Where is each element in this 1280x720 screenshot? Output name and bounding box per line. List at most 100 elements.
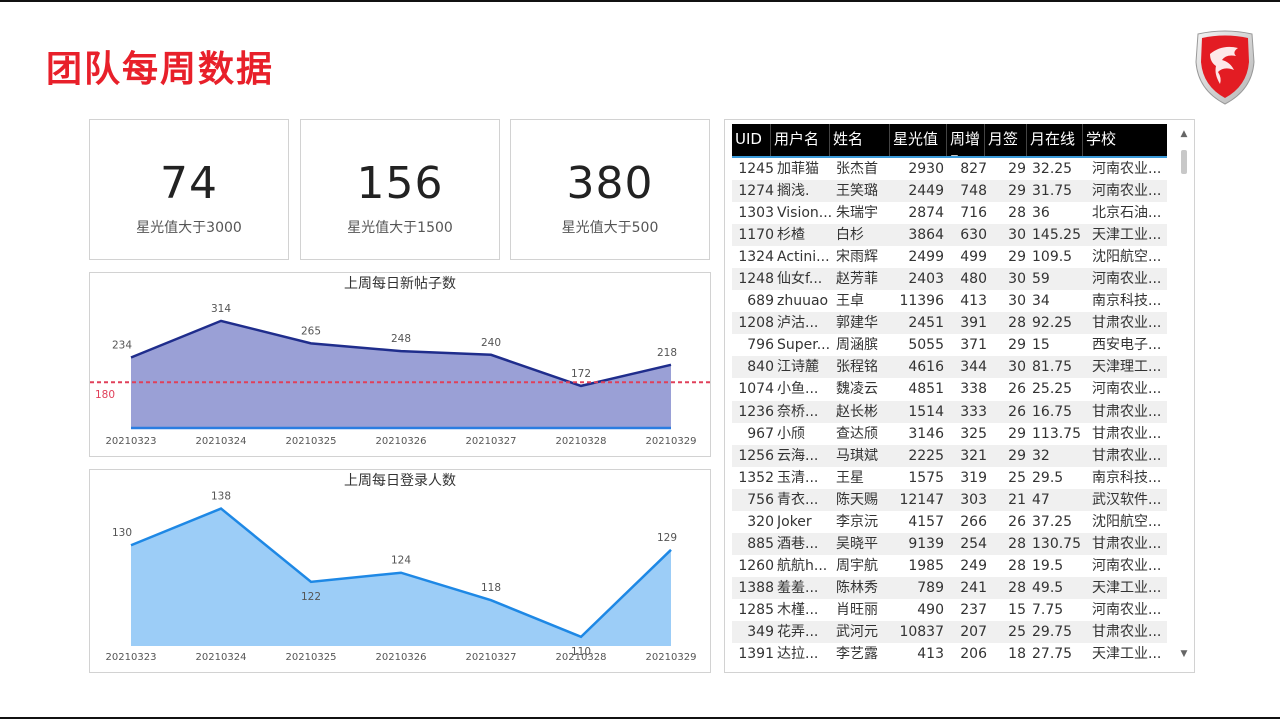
data-label: 218: [657, 347, 677, 359]
table-row[interactable]: 1248 仙女f... 赵芳菲 2403 480 30 59 河南农业...: [732, 268, 1167, 291]
cell-monthly-checkin: 28: [1008, 205, 1026, 222]
column-header-username[interactable]: 用户名: [770, 124, 829, 156]
cell-school: 天津工业...: [1092, 646, 1162, 663]
cell-monthly-online: 37.25: [1032, 513, 1073, 530]
table-row[interactable]: 796 Super... 周涵膑 5055 371 29 15 西安电子...: [732, 334, 1167, 356]
table-row[interactable]: 1274 搁浅. 王笑璐 2449 748 29 31.75 河南农业...: [732, 180, 1167, 203]
table-row[interactable]: 1303 Vision... 朱瑞宇 2874 716 28 36 北京石油...: [732, 202, 1167, 224]
x-tick-label: 20210329: [646, 652, 697, 663]
cell-school: 天津工业...: [1092, 227, 1162, 244]
table-scrollbar[interactable]: ▲ ▼: [1177, 128, 1191, 662]
scroll-up-icon[interactable]: ▲: [1177, 128, 1191, 140]
cell-weekly-increase: 254: [960, 535, 987, 552]
cell-monthly-online: 113.75: [1032, 425, 1081, 442]
cell-weekly-increase: 321: [960, 447, 987, 464]
cell-starlight: 4157: [908, 513, 944, 530]
chart-title: 上周每日登录人数: [344, 473, 456, 489]
table-row[interactable]: 1391 达拉... 李艺露 413 206 18 27.75 天津工业...: [732, 643, 1167, 665]
cell-weekly-increase: 630: [960, 227, 987, 244]
cell-starlight: 3146: [908, 425, 944, 442]
data-label: 172: [571, 368, 591, 380]
cell-monthly-checkin: 25: [1008, 623, 1026, 640]
cell-name: 王星: [836, 469, 864, 486]
cell-starlight: 490: [917, 601, 944, 618]
column-header-name[interactable]: 姓名: [829, 124, 889, 156]
cell-weekly-increase: 206: [960, 646, 987, 663]
cell-name: 张程铭: [836, 359, 878, 376]
cell-school: 南京科技...: [1092, 293, 1162, 310]
cell-starlight: 2499: [908, 249, 944, 266]
cell-monthly-checkin: 29: [1008, 337, 1026, 354]
column-header-school[interactable]: 学校: [1082, 124, 1167, 156]
table-row[interactable]: 840 江诗麓 张程铭 4616 344 30 81.75 天津理工...: [732, 356, 1167, 379]
cell-weekly-increase: 303: [960, 491, 987, 508]
table-row[interactable]: 320 Joker 李京沅 4157 266 26 37.25 沈阳航空...: [732, 511, 1167, 533]
cell-starlight: 11396: [899, 293, 944, 310]
cell-starlight: 10837: [899, 623, 944, 640]
bottom-border: [0, 717, 1280, 719]
cell-monthly-online: 27.75: [1032, 646, 1073, 663]
cell-name: 朱瑞宇: [836, 205, 878, 222]
table-row[interactable]: 1208 泸沽... 郭建华 2451 391 28 92.25 甘肃农业...: [732, 312, 1167, 335]
x-tick-label: 20210323: [106, 652, 157, 663]
table-row[interactable]: 756 青衣... 陈天赐 12147 303 21 47 武汉软件...: [732, 488, 1167, 511]
table-row[interactable]: 689 zhuuao 王卓 11396 413 30 34 南京科技...: [732, 290, 1167, 312]
x-tick-label: 20210327: [466, 436, 517, 447]
table-row[interactable]: 1324 Actini... 宋雨辉 2499 499 29 109.5 沈阳航空...: [732, 246, 1167, 268]
cell-monthly-online: 15: [1032, 337, 1050, 354]
column-header-uid[interactable]: UID: [732, 124, 770, 156]
cell-username: 小鱼...: [777, 381, 819, 398]
column-header-monthly-online[interactable]: 月在线: [1026, 124, 1082, 156]
cell-monthly-online: 145.25: [1032, 227, 1081, 244]
column-header-monthly-checkin[interactable]: 月签: [984, 124, 1026, 156]
table-row[interactable]: 1256 云海... 马琪斌 2225 321 29 32 甘肃农业...: [732, 444, 1167, 467]
cell-monthly-checkin: 18: [1008, 646, 1026, 663]
cell-school: 天津工业...: [1092, 579, 1162, 596]
cell-monthly-online: 19.5: [1032, 557, 1064, 574]
cell-starlight: 1514: [908, 403, 944, 420]
table-row[interactable]: 1074 小鱼... 魏凌云 4851 338 26 25.25 河南农业...: [732, 378, 1167, 400]
member-stats-table: UID 用户名 姓名 星光值 周增 ▼ 月签 月在线 学校 1245 加菲猫 张杰首…: [724, 119, 1195, 673]
table-row[interactable]: 1388 羞羞... 陈林秀 789 241 28 49.5 天津工业...: [732, 576, 1167, 599]
x-tick-label: 20210325: [286, 436, 337, 447]
cell-uid: 967: [747, 425, 774, 442]
cell-school: 西安电子...: [1092, 337, 1162, 354]
cell-username: Super...: [777, 337, 831, 354]
cell-username: Actini...: [777, 249, 830, 266]
cell-uid: 796: [747, 337, 774, 354]
data-label: 118: [481, 582, 501, 594]
cell-monthly-checkin: 15: [1008, 601, 1026, 618]
cell-starlight: 4851: [908, 381, 944, 398]
cell-weekly-increase: 480: [960, 271, 987, 288]
cell-starlight: 2225: [908, 447, 944, 464]
cell-school: 天津理工...: [1092, 359, 1162, 376]
table-row[interactable]: 349 花弄... 武河元 10837 207 25 29.75 甘肃农业...: [732, 620, 1167, 644]
cell-uid: 1248: [738, 271, 774, 288]
cell-monthly-online: 7.75: [1032, 601, 1064, 618]
x-tick-label: 20210328: [556, 436, 607, 447]
cell-username: 木槿...: [777, 601, 819, 618]
table-row[interactable]: 1245 加菲猫 张杰首 2930 827 29 32.25 河南农业...: [732, 158, 1167, 180]
column-header-starlight[interactable]: 星光值: [889, 124, 946, 156]
cell-monthly-online: 49.5: [1032, 579, 1064, 596]
chart-daily-new-posts-svg: 上周每日新帖子数 180 234 314 265 248 240 172 218 20210323…: [90, 276, 710, 447]
x-tick-label: 20210323: [106, 436, 157, 447]
cell-username: 搁浅.: [777, 183, 810, 200]
cell-uid: 1274: [738, 183, 774, 200]
cell-school: 甘肃农业...: [1092, 425, 1162, 442]
table-row[interactable]: 967 小颀 查达颀 3146 325 29 113.75 甘肃农业...: [732, 423, 1167, 445]
table-row[interactable]: 1260 航航h... 周宇航 1985 249 28 19.5 河南农业...: [732, 555, 1167, 577]
table-row[interactable]: 1285 木槿... 肖旺丽 490 237 15 7.75 河南农业...: [732, 599, 1167, 621]
cell-monthly-checkin: 29: [1008, 161, 1026, 177]
cell-weekly-increase: 325: [960, 425, 987, 442]
scrollbar-thumb[interactable]: [1181, 150, 1187, 174]
data-label: 265: [301, 325, 321, 337]
scroll-down-icon[interactable]: ▼: [1177, 648, 1191, 660]
table-row[interactable]: 1170 杉楂 白杉 3864 630 30 145.25 天津工业...: [732, 224, 1167, 247]
table-row[interactable]: 885 酒巷... 吴晓平 9139 254 28 130.75 甘肃农业...: [732, 532, 1167, 555]
column-header-weekly-increase[interactable]: 周增 ▼: [946, 124, 984, 164]
table-row[interactable]: 1236 奈桥... 赵长彬 1514 333 26 16.75 甘肃农业...: [732, 400, 1167, 423]
x-tick-label: 20210324: [196, 436, 247, 447]
series-area: [131, 508, 671, 646]
table-row[interactable]: 1352 玉清... 王星 1575 319 25 29.5 南京科技...: [732, 467, 1167, 489]
